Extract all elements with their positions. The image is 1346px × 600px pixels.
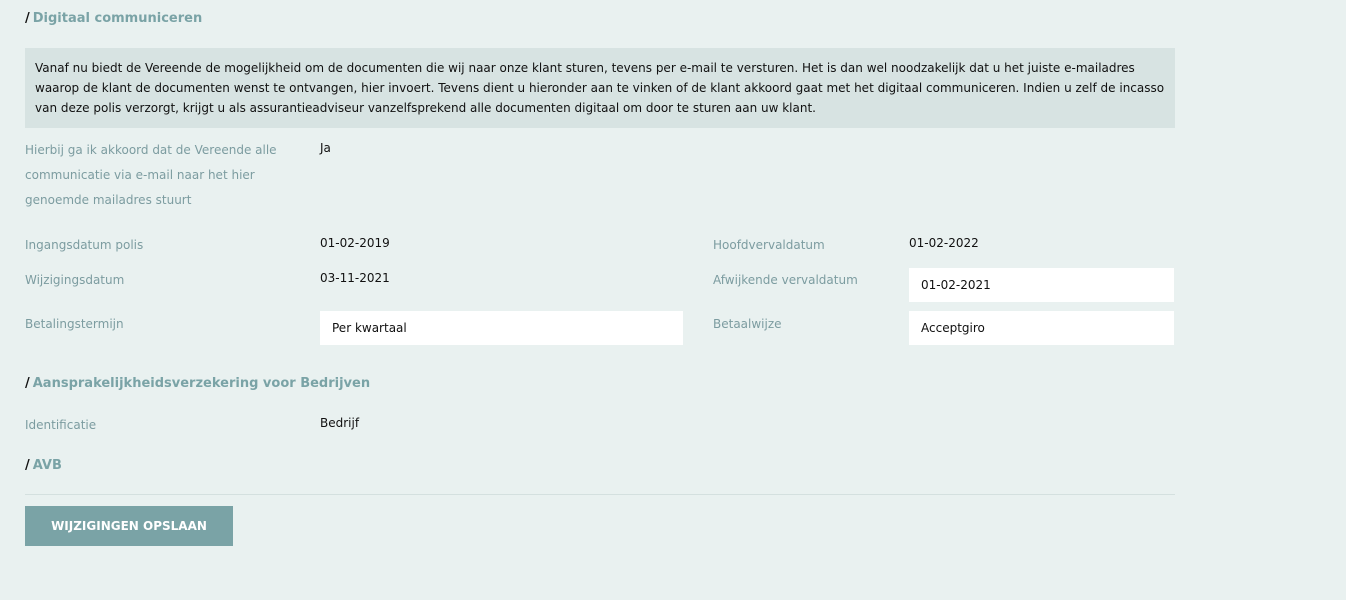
consent-value: Ja (320, 141, 331, 155)
change-date-label: Wijzigingsdatum (25, 273, 125, 287)
divider (25, 494, 1175, 495)
main-due-date-value: 01-02-2022 (909, 236, 979, 250)
section-title-liability: / Aansprakelijkheidsverzekering voor Bedr… (25, 376, 370, 391)
payment-method-select[interactable]: Acceptgiro (909, 311, 1174, 345)
section-slash: / (25, 11, 30, 26)
section-slash: / (25, 458, 30, 473)
identification-value: Bedrijf (320, 416, 360, 430)
policy-form-page: / Digitaal communiceren Vanaf nu biedt de… (0, 0, 1346, 600)
section-title-avb: / AVB (25, 458, 62, 473)
alt-due-date-input[interactable]: 01-02-2021 (909, 268, 1174, 302)
digital-info-box: Vanaf nu biedt de Vereende de mogelijkhe… (25, 48, 1175, 128)
section-title-digital: / Digitaal communiceren (25, 11, 202, 26)
section-slash: / (25, 376, 30, 391)
section-title-liability-text: Aansprakelijkheidsverzekering voor Bedri… (32, 376, 371, 391)
section-title-avb-text: AVB (32, 458, 62, 473)
alt-due-date-label: Afwijkende vervaldatum (713, 273, 858, 287)
main-due-date-label: Hoofdvervaldatum (713, 238, 825, 252)
payment-term-select[interactable]: Per kwartaal (320, 311, 683, 345)
consent-label: Hierbij ga ik akkoord dat de Vereende al… (25, 143, 277, 207)
payment-term-label: Betalingstermijn (25, 317, 124, 331)
save-changes-button[interactable]: WIJZIGINGEN OPSLAAN (25, 506, 233, 546)
start-date-value: 01-02-2019 (320, 236, 390, 250)
payment-method-label: Betaalwijze (713, 317, 782, 331)
identification-label: Identificatie (25, 418, 97, 432)
section-title-digital-text: Digitaal communiceren (32, 11, 203, 26)
start-date-label: Ingangsdatum polis (25, 238, 144, 252)
change-date-value: 03-11-2021 (320, 271, 390, 285)
